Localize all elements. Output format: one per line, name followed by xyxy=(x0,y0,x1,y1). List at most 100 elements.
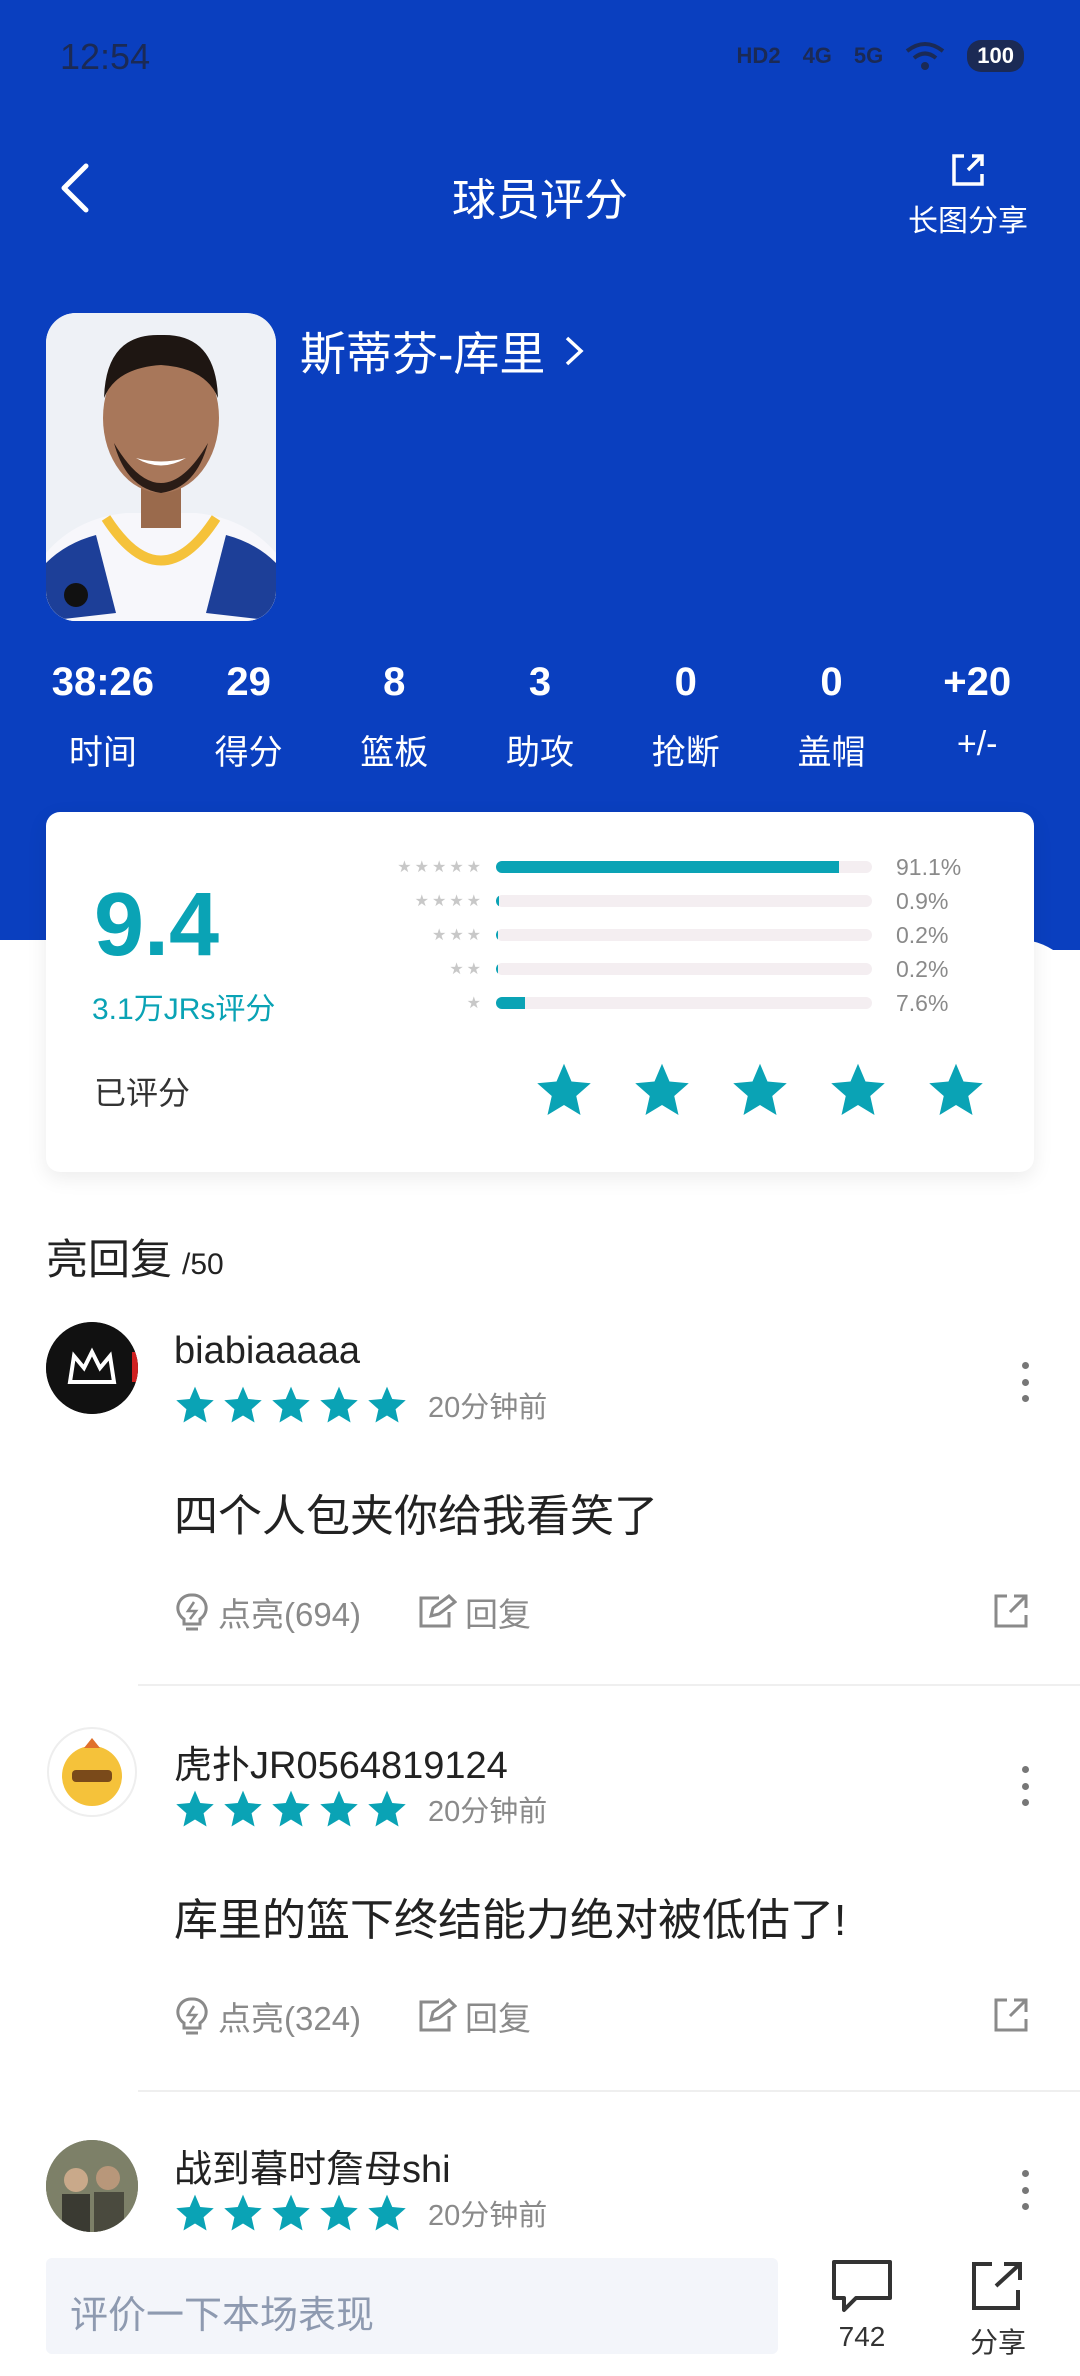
signal-4g-icon: 4G xyxy=(802,43,832,68)
star-icon[interactable] xyxy=(730,1060,790,1120)
distribution-row: ★★★ 0.2% xyxy=(336,918,1016,952)
rating-stars xyxy=(174,2192,408,2234)
comment-time: 20分钟前 xyxy=(428,1796,548,1828)
distribution-bar-fill xyxy=(496,929,499,941)
comment-username[interactable]: biabiaaaaa xyxy=(174,1330,360,1373)
player-name: 斯蒂芬-库里 xyxy=(300,328,546,380)
distribution-bar-fill xyxy=(496,963,499,975)
distribution-row: ★★ 0.2% xyxy=(336,952,1016,986)
stat-time: 38:26 时间 xyxy=(30,660,176,774)
highlight-replies-header: 亮回复/50 xyxy=(46,1226,224,1287)
reply-button[interactable]: 回复 xyxy=(417,1588,531,1636)
star-icon[interactable] xyxy=(926,1060,986,1120)
comment-username[interactable]: 虎扑JR0564819124 xyxy=(174,1734,508,1789)
distribution-percent: 0.2% xyxy=(896,955,949,982)
star-icon xyxy=(368,1790,406,1827)
player-stats: 38:26 时间 29 得分 8 篮板 3 助攻 0 抢断 0 盖帽 +20 +… xyxy=(30,660,1050,774)
distribution-bar-fill xyxy=(496,895,500,907)
comment-actions: 点亮(324) 回复 xyxy=(174,1992,531,2040)
distribution-percent: 0.9% xyxy=(896,887,949,914)
row-stars: ★★★★ xyxy=(414,893,484,910)
comment-rating: 20分钟前 xyxy=(174,1788,547,1830)
distribution-bar-fill xyxy=(496,997,525,1009)
stat-label: 时间 xyxy=(68,734,137,772)
star-icon xyxy=(272,1790,310,1827)
review-input[interactable]: 评价一下本场表现 xyxy=(46,2258,778,2354)
reply-label: 回复 xyxy=(465,1596,532,1633)
stat-label: +/- xyxy=(956,725,998,763)
share-label: 分享 xyxy=(969,2327,1026,2358)
distribution-bar xyxy=(496,997,872,1009)
rating-stars xyxy=(174,1384,408,1426)
comment-username[interactable]: 战到暮时詹母shi xyxy=(174,2138,451,2193)
chevron-right-icon xyxy=(566,336,584,366)
star-icon xyxy=(368,2194,406,2231)
row-stars: ★★★ xyxy=(431,927,484,944)
share-label: 长图分享 xyxy=(908,205,1028,238)
star-icon xyxy=(224,2194,262,2231)
star-icon[interactable] xyxy=(534,1060,594,1120)
stat-blocks: 0 盖帽 xyxy=(759,660,905,774)
star-icon[interactable] xyxy=(828,1060,888,1120)
battery-icon: 100 xyxy=(967,40,1024,72)
row-stars: ★★★★★ xyxy=(397,859,484,876)
rating-distribution: ★★★★★ 91.1% ★★★★ 0.9% ★★★ 0.2% ★★ 0.2% ★ 7.6% xyxy=(336,850,1016,1020)
star-icon xyxy=(272,2194,310,2231)
comment-time: 20分钟前 xyxy=(428,2200,548,2232)
stat-label: 盖帽 xyxy=(797,734,866,772)
distribution-percent: 91.1% xyxy=(896,853,962,880)
stat-plus-minus: +20 +/- xyxy=(904,660,1050,774)
share-comment-icon[interactable] xyxy=(992,1592,1030,1630)
share-icon xyxy=(972,2262,1022,2310)
share-button[interactable]: 分享 xyxy=(968,2258,1028,2361)
more-options-icon[interactable] xyxy=(1020,1766,1030,1806)
like-button[interactable]: 点亮(324) xyxy=(174,1992,361,2040)
user-rating-stars[interactable] xyxy=(534,1060,986,1120)
long-image-share-button[interactable]: 长图分享 xyxy=(908,150,1028,240)
like-button[interactable]: 点亮(694) xyxy=(174,1588,361,1636)
status-icons: HD2 4G 5G 100 xyxy=(737,40,1024,72)
rating-card: 9.4 3.1万JRs评分 已评分 ★★★★★ 91.1% ★★★★ 0.9% ★★★ 0… xyxy=(46,812,1034,1172)
comment-bubble-icon xyxy=(832,2260,892,2312)
stat-label: 得分 xyxy=(214,734,283,772)
distribution-row: ★★★★★ 91.1% xyxy=(336,850,1016,884)
comments-button[interactable]: 742 xyxy=(830,2258,894,2353)
distribution-bar xyxy=(496,929,872,941)
stat-value: 8 xyxy=(383,660,406,704)
edit-reply-icon xyxy=(419,1998,458,2032)
avatar[interactable] xyxy=(46,1726,138,1818)
star-icon xyxy=(320,1386,358,1423)
avatar[interactable] xyxy=(46,1322,138,1414)
comment-text: 四个人包夹你给我看笑了 xyxy=(174,1492,658,1541)
stat-label: 助攻 xyxy=(506,734,575,772)
stat-value: 3 xyxy=(528,660,552,704)
like-label: 点亮(324) xyxy=(218,2000,362,2037)
player-name-link[interactable]: 斯蒂芬-库里 xyxy=(300,318,585,384)
hd-icon: HD2 xyxy=(736,43,781,68)
comment-rating: 20分钟前 xyxy=(174,2192,547,2234)
more-options-icon[interactable] xyxy=(1020,1362,1030,1402)
lightbulb-icon xyxy=(176,1593,208,1631)
share-comment-icon[interactable] xyxy=(992,1996,1030,2034)
player-photo xyxy=(46,313,276,621)
like-label: 点亮(694) xyxy=(218,1596,362,1633)
stat-points: 29 得分 xyxy=(176,660,322,774)
comment-text: 库里的篮下终结能力绝对被低估了! xyxy=(174,1896,847,1945)
row-stars: ★★ xyxy=(449,961,484,978)
rating-stars xyxy=(174,1788,408,1830)
reply-button[interactable]: 回复 xyxy=(417,1992,531,2040)
more-options-icon[interactable] xyxy=(1020,2170,1030,2210)
distribution-bar-fill xyxy=(496,861,839,873)
divider xyxy=(138,1684,1080,1686)
rated-label: 已评分 xyxy=(94,1075,191,1111)
distribution-bar xyxy=(496,895,872,907)
star-icon xyxy=(176,1386,214,1423)
status-time: 12:54 xyxy=(60,36,151,77)
distribution-bar xyxy=(496,861,872,873)
avatar[interactable] xyxy=(46,2140,138,2232)
star-icon xyxy=(224,1790,262,1827)
average-score: 9.4 xyxy=(94,875,220,975)
star-icon[interactable] xyxy=(632,1060,692,1120)
stat-label: 篮板 xyxy=(360,734,429,772)
reply-label: 回复 xyxy=(465,2000,532,2037)
